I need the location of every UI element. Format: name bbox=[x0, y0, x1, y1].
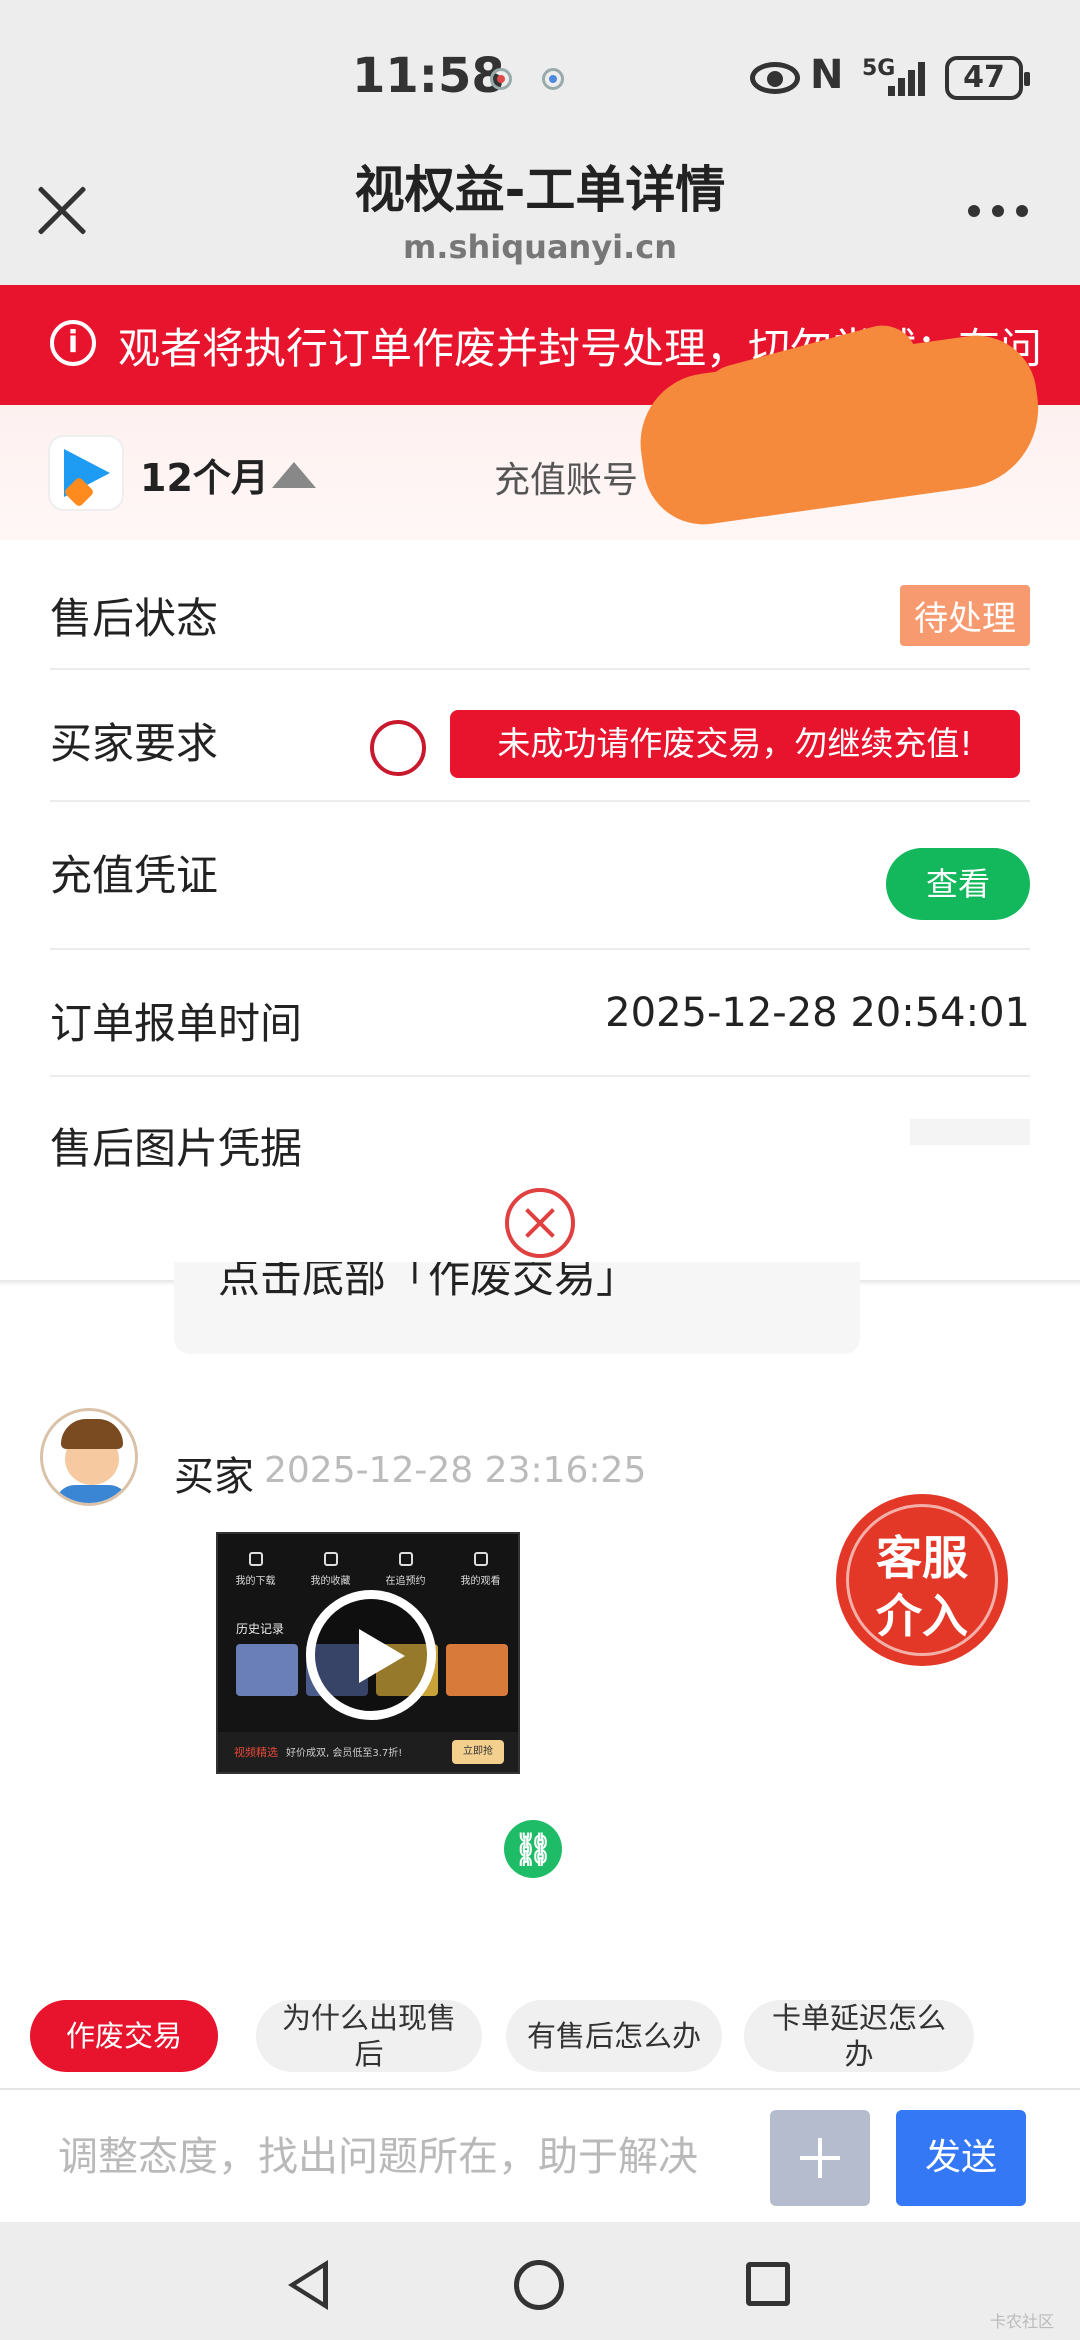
page-title: 视权益-工单详情 bbox=[354, 161, 726, 219]
notification-icon bbox=[490, 68, 512, 90]
input-bar: 发送 bbox=[0, 2088, 1080, 2222]
row-status: 售后状态 待处理 bbox=[50, 545, 1030, 670]
watermark: 卡农社区 bbox=[990, 2312, 1055, 2331]
account-label: 充值账号 bbox=[494, 460, 639, 501]
row-label: 售后状态 bbox=[50, 594, 219, 643]
chip-void-transaction[interactable]: 作废交易 bbox=[30, 2000, 218, 2072]
chip-after-sales-howto[interactable]: 有售后怎么办 bbox=[506, 2000, 722, 2072]
chip-delay-howto[interactable]: 卡单延迟怎么办 bbox=[744, 2000, 974, 2072]
row-images: 售后图片凭据 bbox=[50, 1077, 1030, 1197]
request-badge: 未成功请作废交易，勿继续充值! bbox=[450, 710, 1020, 778]
info-icon: i bbox=[50, 320, 96, 366]
message-time: 2025-12-28 23:16:25 bbox=[264, 1450, 647, 1491]
status-badge: 待处理 bbox=[900, 585, 1030, 646]
notification-icon bbox=[542, 68, 564, 90]
recents-icon[interactable] bbox=[746, 2262, 790, 2306]
battery-icon: 47 bbox=[945, 56, 1030, 100]
customer-service-button[interactable]: 客服 介入 bbox=[836, 1494, 1008, 1666]
top-bar: 11:58 N 5G 47 视权益-工单详情 m.shiquanyi.cn bbox=[0, 0, 1080, 285]
home-icon[interactable] bbox=[514, 2260, 564, 2310]
plus-icon[interactable] bbox=[770, 2110, 870, 2206]
link-icon[interactable]: ⛓ bbox=[504, 1820, 562, 1878]
chat-bubble: 点击底部「作废交易」 bbox=[174, 1262, 860, 1354]
caret-up-icon[interactable] bbox=[272, 462, 316, 488]
row-label: 售后图片凭据 bbox=[50, 1124, 303, 1173]
system-nav-bar bbox=[0, 2222, 1080, 2340]
video-message[interactable]: 我的下载 我的收藏 在追预约 我的观看 历史记录 视频精选 好价成双, 会员低至… bbox=[216, 1532, 520, 1774]
sender-name: 买家 bbox=[174, 1454, 254, 1500]
more-icon[interactable] bbox=[968, 205, 1028, 219]
row-proof: 充值凭证 查看 bbox=[50, 802, 1030, 950]
row-label: 充值凭证 bbox=[50, 851, 219, 900]
row-label: 买家要求 bbox=[50, 719, 219, 768]
signal-icon bbox=[888, 58, 934, 96]
app-logo-icon bbox=[48, 435, 124, 511]
chat-message: 点击底部「作废交易」 bbox=[218, 1262, 639, 1302]
nfc-icon: N bbox=[810, 52, 844, 98]
row-order-time: 订单报单时间 2025-12-28 20:54:01 bbox=[50, 950, 1030, 1077]
promo-bar: 视频精选 好价成双, 会员低至3.7折! 立即抢 bbox=[218, 1732, 518, 1772]
image-placeholder[interactable] bbox=[910, 1119, 1030, 1145]
eye-comfort-icon bbox=[750, 62, 800, 94]
back-icon[interactable] bbox=[288, 2260, 328, 2310]
radio-button[interactable] bbox=[370, 720, 426, 776]
close-circle-icon[interactable] bbox=[505, 1188, 575, 1258]
history-label: 历史记录 bbox=[236, 1622, 285, 1636]
plan-label[interactable]: 12个月 bbox=[140, 447, 269, 502]
chip-why-after-sales[interactable]: 为什么出现售后 bbox=[256, 2000, 482, 2072]
status-time: 11:58 bbox=[352, 48, 505, 104]
row-label: 订单报单时间 bbox=[50, 999, 303, 1048]
page-domain: m.shiquanyi.cn bbox=[402, 228, 678, 266]
video-nav: 我的下载 我的收藏 在追预约 我的观看 bbox=[218, 1552, 518, 1587]
row-request: 买家要求 未成功请作废交易，勿继续充值! bbox=[50, 670, 1030, 802]
avatar bbox=[40, 1408, 138, 1506]
play-icon[interactable] bbox=[306, 1590, 436, 1720]
message-input[interactable] bbox=[56, 2122, 706, 2192]
send-button[interactable]: 发送 bbox=[896, 2110, 1026, 2206]
order-time-value: 2025-12-28 20:54:01 bbox=[605, 990, 1030, 1036]
view-proof-button[interactable]: 查看 bbox=[886, 848, 1030, 920]
